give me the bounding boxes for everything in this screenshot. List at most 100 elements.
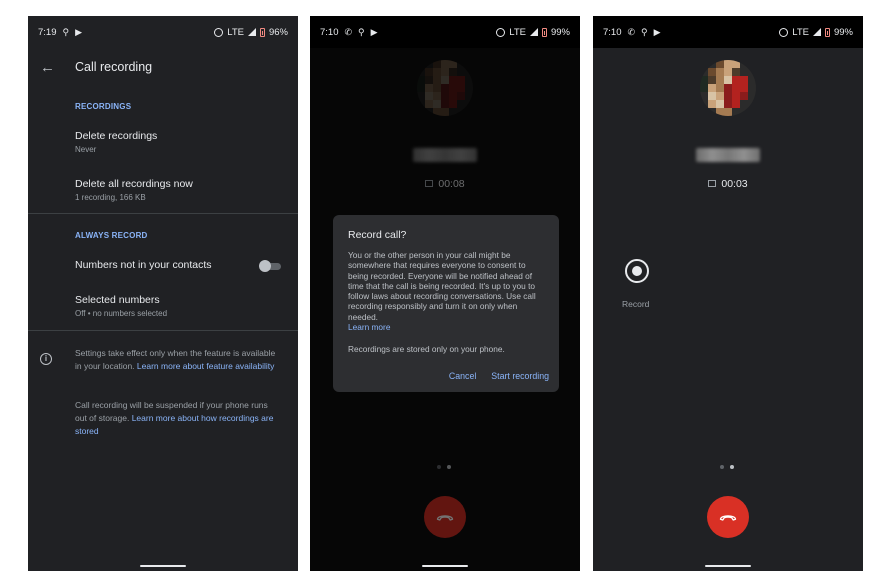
contact-avatar [700, 60, 756, 116]
status-time: 7:10 [603, 26, 622, 38]
signal-icon [529, 28, 538, 36]
signal-icon [247, 28, 256, 36]
info-storage: Call recording will be suspended if your… [75, 399, 280, 438]
avatar-pixel [740, 108, 748, 116]
numbers-not-in-contacts-toggle[interactable] [259, 260, 281, 272]
avatar-pixel [724, 76, 732, 84]
battery-percent: 96% [268, 26, 288, 38]
avatar-pixel [732, 84, 740, 92]
record-button[interactable] [625, 259, 649, 283]
status-bar: 7:19 ⚲ ▶ LTE 96% [28, 16, 298, 48]
section-header-always-record: ALWAYS RECORD [75, 231, 148, 240]
battery-percent: 99% [833, 26, 853, 38]
pref-numbers-not-in-contacts[interactable]: Numbers not in your contacts [75, 259, 298, 272]
call-timer: 00:03 [593, 178, 863, 190]
contact-name-blurred [696, 148, 760, 162]
divider [28, 213, 298, 214]
avatar-pixel [708, 92, 716, 100]
learn-more-link[interactable]: Learn more [348, 322, 544, 332]
record-call-dialog: Record call? You or the other person in … [333, 215, 559, 392]
avatar-pixel [748, 84, 756, 92]
status-time: 7:19 [38, 26, 57, 38]
avatar-pixel [716, 84, 724, 92]
avatar-pixel [732, 68, 740, 76]
avatar-pixel [732, 60, 740, 68]
network-type: LTE [509, 26, 526, 38]
avatar-pixel [724, 60, 732, 68]
avatar-pixel [732, 76, 740, 84]
gesture-nav-bar[interactable] [705, 565, 751, 567]
gesture-nav-bar[interactable] [140, 565, 186, 567]
avatar-pixel [700, 60, 708, 68]
play-store-icon: ▶ [75, 26, 83, 37]
app-bar: ← Call recording [28, 48, 298, 86]
cancel-button[interactable]: Cancel [449, 371, 476, 381]
avatar-pixel [732, 92, 740, 100]
alarm-icon [779, 27, 789, 37]
network-type: LTE [227, 26, 244, 38]
pref-selected-numbers[interactable]: Selected numbers Off • no numbers select… [75, 294, 282, 318]
pref-subtitle: Never [75, 145, 97, 154]
avatar-pixel [716, 92, 724, 100]
avatar-pixel [708, 108, 716, 116]
call-screen: 7:10 ✆ ⚲ ▶ LTE 99% 00:03 Record [593, 16, 863, 571]
avatar-pixel [732, 108, 740, 116]
battery-icon [541, 27, 547, 37]
hang-up-icon [719, 515, 737, 521]
phone-call-icon: ✆ [344, 26, 353, 37]
info-feature-availability: Settings take effect only when the featu… [75, 347, 280, 373]
page-title: Call recording [75, 60, 153, 74]
avatar-pixel [708, 60, 716, 68]
settings-screen: 7:19 ⚲ ▶ LTE 96% ← Call recording RECORD… [28, 16, 298, 571]
avatar-pixel [748, 100, 756, 108]
avatar-pixel [740, 76, 748, 84]
network-share-icon: ⚲ [62, 26, 70, 37]
avatar-pixel [740, 84, 748, 92]
record-label: Record [622, 299, 650, 309]
status-time: 7:10 [320, 26, 339, 38]
end-call-button[interactable] [707, 496, 749, 538]
avatar-pixel [748, 68, 756, 76]
avatar-pixel [700, 108, 708, 116]
avatar-pixel [708, 76, 716, 84]
avatar-pixel [700, 76, 708, 84]
avatar-pixel [724, 84, 732, 92]
network-share-icon: ⚲ [641, 26, 648, 37]
avatar-pixel [732, 100, 740, 108]
avatar-pixel [724, 100, 732, 108]
status-bar: 7:10 ✆ ⚲ ▶ LTE 99% [310, 16, 580, 48]
dialog-title: Record call? [348, 229, 407, 241]
info-icon: i [40, 353, 52, 365]
avatar-pixel [700, 92, 708, 100]
start-recording-button[interactable]: Start recording [491, 371, 549, 381]
avatar-pixel [748, 108, 756, 116]
gesture-nav-bar[interactable] [422, 565, 468, 567]
dialog-note: Recordings are stored only on your phone… [348, 344, 505, 355]
avatar-pixel [700, 68, 708, 76]
toggle-thumb [259, 260, 271, 272]
play-store-icon: ▶ [653, 26, 661, 37]
avatar-pixel [724, 108, 732, 116]
pref-delete-recordings[interactable]: Delete recordings Never [75, 130, 282, 154]
avatar-pixel [740, 92, 748, 100]
phone-call-icon: ✆ [627, 26, 636, 37]
pref-subtitle: Off • no numbers selected [75, 309, 168, 318]
network-type: LTE [792, 26, 809, 38]
learn-more-feature-availability-link[interactable]: Learn more about feature availability [137, 361, 275, 371]
avatar-pixel [716, 100, 724, 108]
page-dot [720, 465, 724, 469]
avatar-pixel [716, 76, 724, 84]
call-duration: 00:03 [721, 178, 748, 190]
alarm-icon [496, 27, 506, 37]
battery-icon [259, 27, 265, 37]
avatar-pixel [708, 100, 716, 108]
back-arrow-icon[interactable]: ← [40, 59, 55, 76]
page-dot-active [730, 465, 734, 469]
section-header-recordings: RECORDINGS [75, 102, 132, 111]
call-screen-dialog: 7:10 ✆ ⚲ ▶ LTE 99% 00:08 Record call? Yo… [310, 16, 580, 571]
avatar-pixel [716, 68, 724, 76]
avatar-pixel [748, 60, 756, 68]
avatar-pixel [740, 100, 748, 108]
pref-delete-all-recordings[interactable]: Delete all recordings now 1 recording, 1… [75, 178, 282, 202]
avatar-pixel [748, 76, 756, 84]
